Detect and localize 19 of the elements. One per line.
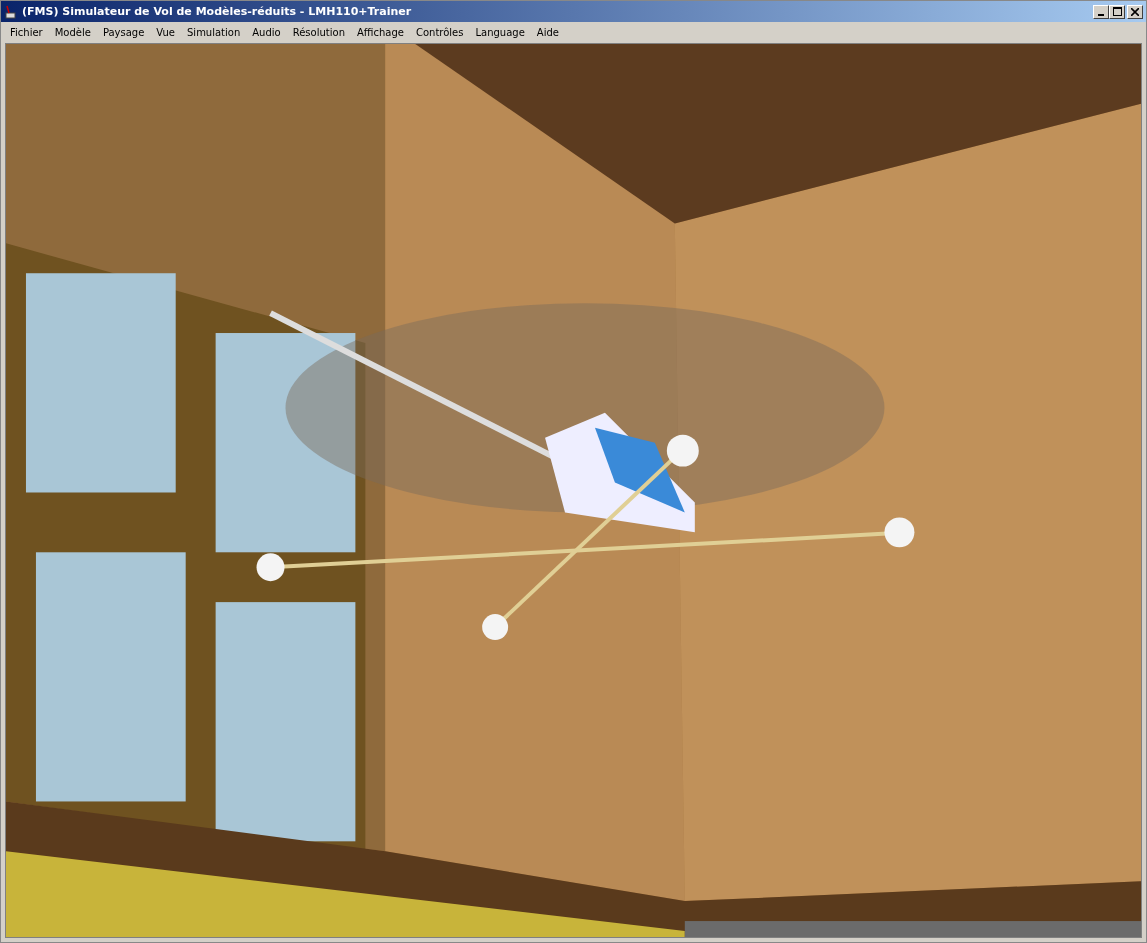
close-button[interactable] [1127, 4, 1143, 19]
menu-item[interactable]: Audio [246, 24, 287, 40]
menu-item[interactable]: Aide [530, 24, 565, 40]
maximize-icon [1112, 7, 1122, 16]
menu-item[interactable]: Simulation [181, 24, 247, 40]
menu-item[interactable]: Fichier [4, 24, 49, 40]
minimize-button[interactable] [1093, 4, 1109, 19]
menu-item[interactable]: Affichage [351, 24, 410, 40]
menu-item[interactable]: Résolution [286, 24, 351, 40]
menu-item[interactable]: Language [469, 24, 531, 40]
app-icon [4, 4, 18, 19]
menu-item[interactable]: Vue [150, 24, 181, 40]
minimize-icon [1098, 13, 1104, 16]
maximize-button[interactable] [1109, 4, 1125, 19]
window-title: (FMS) Simulateur de Vol de Modèles-réduits - LMH110+Trainer [22, 5, 412, 18]
menu-item[interactable]: Modèle [48, 24, 97, 40]
menu-item[interactable]: Paysage [96, 24, 151, 40]
close-icon [1131, 7, 1139, 16]
menu-item[interactable]: Contrôles [409, 24, 470, 40]
